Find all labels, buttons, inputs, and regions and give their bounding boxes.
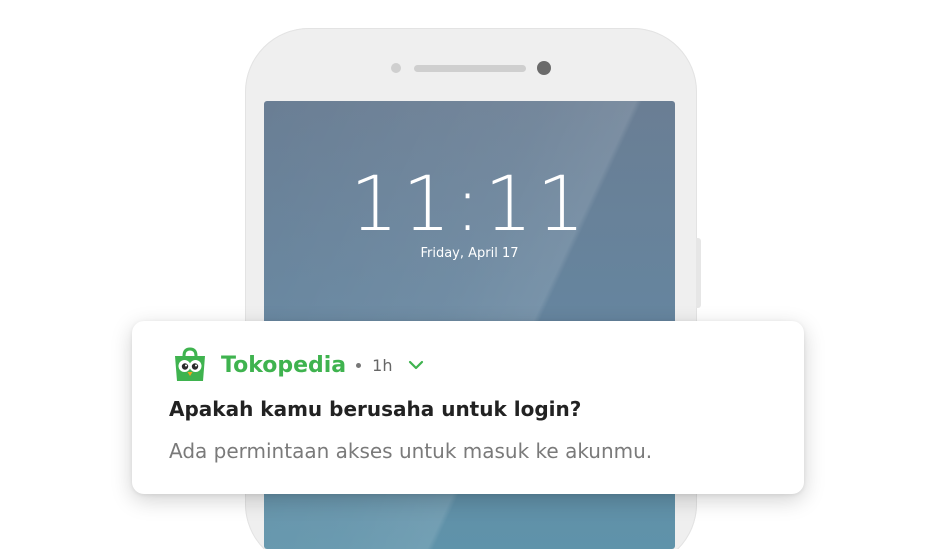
notification-card[interactable]: Tokopedia 1h Apakah kamu berusaha untuk … [132,321,804,494]
phone-side-button [696,238,701,308]
notification-title: Apakah kamu berusaha untuk login? [169,397,582,421]
earpiece-speaker [414,65,526,72]
lockscreen-date: Friday, April 17 [420,246,519,261]
lockscreen-clock: 11:11 [349,159,590,248]
notification-message: Ada permintaan akses untuk masuk ke akun… [169,439,653,463]
proximity-sensor [391,63,401,73]
notification-time: 1h [372,355,393,375]
chevron-down-icon[interactable] [407,356,425,374]
front-camera [537,61,551,75]
tokopedia-owl-icon [175,347,205,381]
notification-app-name: Tokopedia [221,352,347,378]
separator-dot [356,362,362,368]
notification-header: Tokopedia 1h [172,347,425,383]
